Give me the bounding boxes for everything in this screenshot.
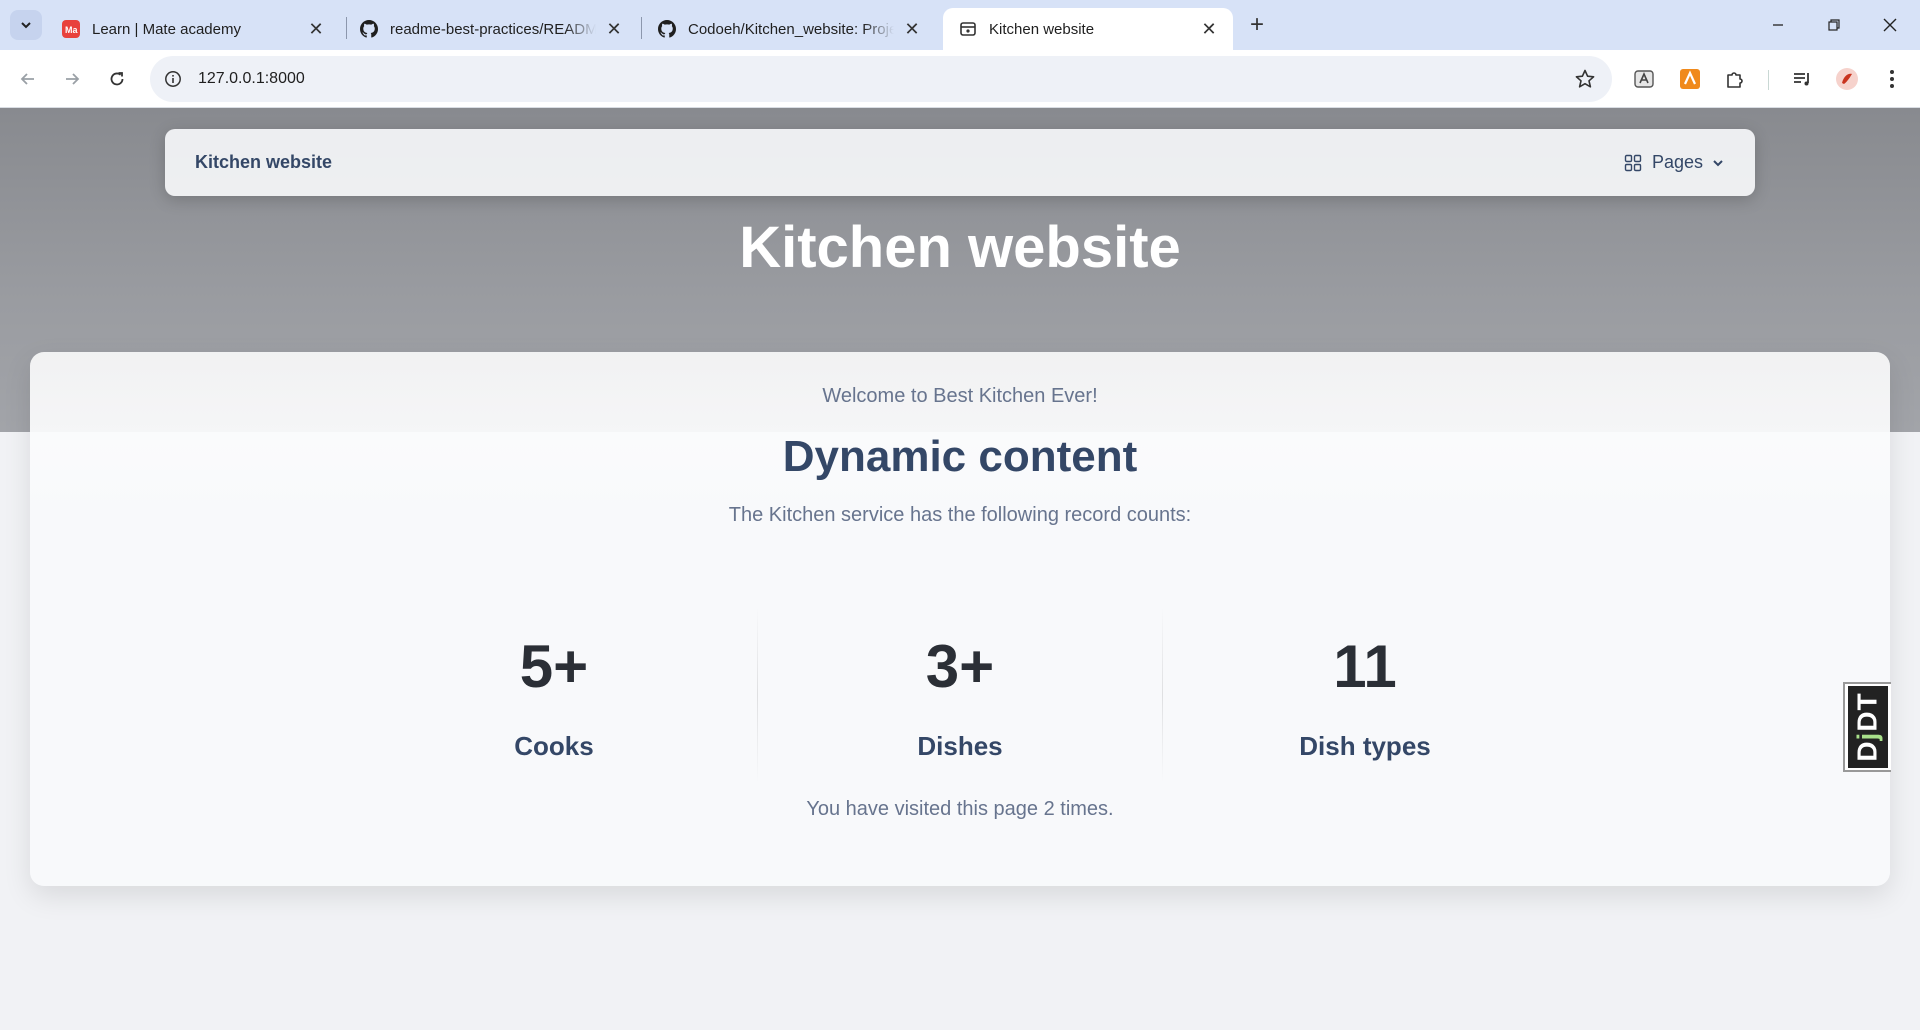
- close-icon[interactable]: ✕: [306, 19, 326, 39]
- tab-search-button[interactable]: [10, 10, 42, 40]
- avatar[interactable]: [1833, 65, 1861, 93]
- tab-kitchen-website-repo[interactable]: Codoeh/Kitchen_website: Project ✕: [642, 8, 936, 50]
- close-icon[interactable]: ✕: [1199, 19, 1219, 39]
- content-card: Welcome to Best Kitchen Ever! Dynamic co…: [30, 352, 1890, 886]
- stat-value: 5+: [519, 633, 589, 700]
- tab-title: readme-best-practices/README.md: [390, 20, 596, 38]
- pages-dropdown-button[interactable]: Pages: [1624, 152, 1725, 173]
- close-icon[interactable]: ✕: [604, 19, 624, 39]
- reload-icon[interactable]: [101, 63, 133, 95]
- stat-cooks: 5+ Cooks: [352, 607, 756, 762]
- tab-title: Learn | Mate academy: [92, 20, 241, 38]
- close-icon[interactable]: ✕: [902, 19, 922, 39]
- site-info-icon[interactable]: [162, 68, 184, 90]
- section-lead-text: The Kitchen service has the following re…: [728, 504, 1192, 526]
- django-debug-toolbar-handle[interactable]: DjDT: [1843, 682, 1891, 772]
- kebab-menu-icon[interactable]: [1878, 65, 1906, 93]
- mate-academy-icon: Ma: [62, 20, 80, 38]
- section-heading: Dynamic content: [782, 432, 1138, 481]
- stat-value: 11: [1333, 633, 1397, 700]
- forward-arrow-icon[interactable]: [56, 63, 88, 95]
- new-tab-plus-icon[interactable]: +: [1244, 11, 1270, 38]
- page-viewport: Kitchen website Pages Kitchen website We…: [0, 108, 1920, 1030]
- tab-kitchen-website[interactable]: Kitchen website ✕: [943, 8, 1233, 50]
- tab-readme-best-practices[interactable]: readme-best-practices/README.md ✕: [344, 8, 638, 50]
- djdt-label: DjDT: [1852, 692, 1884, 761]
- puzzle-extensions-icon[interactable]: [1721, 65, 1749, 93]
- media-queue-icon[interactable]: [1788, 65, 1816, 93]
- stat-dishes: 3+ Dishes: [758, 607, 1162, 762]
- chevron-down-icon: [21, 22, 31, 29]
- pages-label: Pages: [1651, 152, 1703, 172]
- browser-tab-strip: Ma Learn | Mate academy ✕ readme-best-pr…: [0, 0, 1920, 50]
- github-icon: [658, 20, 676, 38]
- welcome-subtitle: Welcome to Best Kitchen Ever!: [822, 385, 1098, 407]
- stat-label: Dishes: [917, 731, 1003, 761]
- browser-toolbar: 127.0.0.1:8000: [0, 50, 1920, 108]
- site-navbar: Kitchen website Pages: [165, 129, 1755, 196]
- restore-icon[interactable]: [1806, 0, 1862, 50]
- djdt-dt: DT: [1852, 692, 1883, 732]
- svg-text:Ma: Ma: [65, 25, 78, 35]
- bookmark-star-icon[interactable]: [1574, 68, 1596, 90]
- page-title: Kitchen website: [739, 215, 1181, 280]
- minimize-icon[interactable]: [1750, 0, 1806, 50]
- stat-label: Cooks: [514, 731, 594, 761]
- djdt-logo: DjDT: [1848, 686, 1888, 768]
- extension-orange-icon[interactable]: [1676, 65, 1704, 93]
- toolbar-divider: [1768, 70, 1769, 90]
- stat-value: 3+: [925, 633, 995, 700]
- stat-dish-types: 11 Dish types: [1163, 607, 1567, 762]
- djdt-d: D: [1852, 740, 1883, 762]
- address-bar[interactable]: 127.0.0.1:8000: [150, 56, 1612, 102]
- tab-title: Codoeh/Kitchen_website: Project: [688, 20, 894, 38]
- extension-translate-icon[interactable]: [1630, 65, 1658, 93]
- tab-mate-academy[interactable]: Ma Learn | Mate academy ✕: [46, 8, 340, 50]
- chevron-down-icon: [1713, 159, 1723, 166]
- github-icon: [360, 20, 378, 38]
- navbar-brand-link[interactable]: Kitchen website: [195, 152, 332, 173]
- stat-label: Dish types: [1299, 731, 1431, 761]
- visit-counter-text: You have visited this page 2 times.: [806, 798, 1114, 820]
- page-icon: [959, 20, 977, 38]
- back-arrow-icon[interactable]: [12, 63, 44, 95]
- tab-title: Kitchen website: [989, 20, 1095, 38]
- url-text[interactable]: 127.0.0.1:8000: [198, 70, 305, 88]
- grid-icon: [1624, 154, 1642, 171]
- window-close-icon[interactable]: [1862, 0, 1918, 50]
- djdt-j: j: [1852, 731, 1883, 741]
